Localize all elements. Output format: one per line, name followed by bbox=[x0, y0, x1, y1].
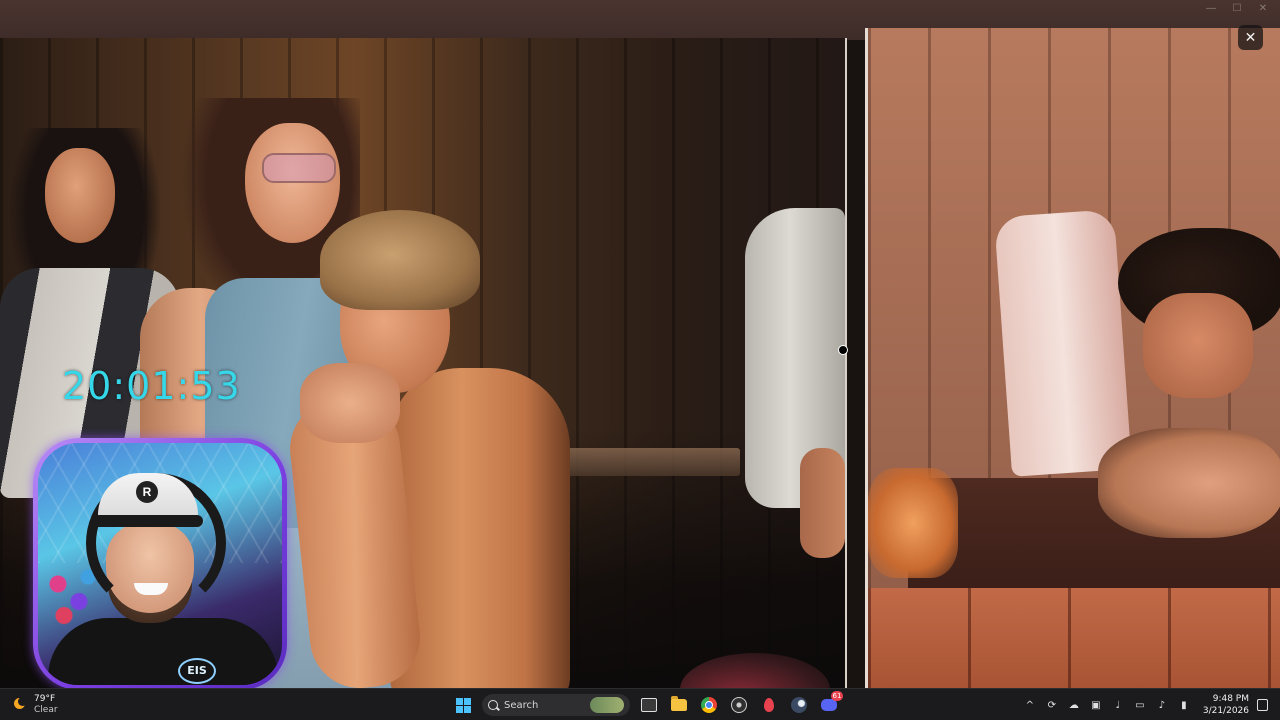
obs-icon bbox=[731, 697, 747, 713]
minimize-icon[interactable]: — bbox=[1206, 4, 1216, 14]
webcam-overlay: EIS R bbox=[33, 438, 287, 690]
man-hair bbox=[320, 210, 480, 310]
close-button[interactable]: ✕ bbox=[1238, 25, 1263, 50]
microphone-icon[interactable]: ♩ bbox=[1111, 698, 1125, 712]
weather-widget[interactable]: 79°F Clear bbox=[12, 692, 58, 718]
discord-button[interactable]: 61 bbox=[818, 691, 843, 716]
taskbar-clock[interactable]: 9:48 PM 3/21/2026 bbox=[1203, 693, 1249, 717]
photo-right[interactable] bbox=[865, 28, 1280, 688]
battery-icon[interactable]: ▮ bbox=[1177, 698, 1191, 712]
webcam-feed: EIS R bbox=[38, 443, 282, 685]
window-controls: — ☐ ✕ bbox=[1206, 4, 1268, 14]
taskbar-search[interactable]: Search bbox=[482, 694, 630, 716]
system-tray: ^ ⟳ ☁ ▣ ♩ ▭ ♪ ▮ 9:48 PM 3/21/2026 bbox=[1023, 692, 1268, 718]
stage-front bbox=[868, 588, 1280, 688]
start-icon bbox=[455, 697, 471, 713]
maps-button[interactable] bbox=[758, 694, 780, 716]
chevron-up-icon[interactable]: ^ bbox=[1023, 698, 1037, 712]
weather-temp: 79°F bbox=[34, 694, 56, 704]
network-icon[interactable]: ▭ bbox=[1133, 698, 1147, 712]
maximize-icon[interactable]: ☐ bbox=[1232, 4, 1242, 14]
man-hand bbox=[300, 363, 400, 443]
chrome-button[interactable] bbox=[698, 694, 720, 716]
streamer-shirt bbox=[48, 618, 278, 685]
cap-brim bbox=[93, 515, 203, 527]
search-icon bbox=[488, 700, 498, 710]
photo-counter bbox=[560, 448, 740, 476]
lamp-glow bbox=[868, 468, 958, 578]
start-button[interactable] bbox=[452, 694, 474, 716]
app-tray-icon[interactable]: ▣ bbox=[1089, 698, 1103, 712]
right-man-face bbox=[1143, 293, 1253, 398]
woman-center-face bbox=[245, 123, 340, 243]
steam-button[interactable] bbox=[788, 694, 810, 716]
stream-clock-overlay: 20:01:53 bbox=[62, 364, 241, 408]
obs-button[interactable] bbox=[728, 694, 750, 716]
search-highlight-icon bbox=[590, 697, 624, 713]
woman-left-face bbox=[45, 148, 115, 243]
taskbar-center: Search 61 bbox=[452, 691, 843, 718]
clock-time: 9:48 PM bbox=[1212, 694, 1249, 704]
cap-logo: R bbox=[136, 481, 158, 503]
volume-icon[interactable]: ♪ bbox=[1155, 698, 1169, 712]
weather-condition: Clear bbox=[34, 705, 58, 715]
hanging-shirt bbox=[994, 209, 1132, 477]
chrome-icon bbox=[701, 697, 717, 713]
window-close-icon[interactable]: ✕ bbox=[1258, 4, 1268, 14]
photo-gap bbox=[847, 40, 865, 688]
shirt-logo: EIS bbox=[178, 658, 216, 684]
moon-sun-icon bbox=[12, 697, 28, 713]
task-view-icon bbox=[641, 698, 657, 712]
discord-badge: 61 bbox=[831, 691, 843, 701]
taskbar: 79°F Clear Search 61 ^ ⟳ ☁ ▣ ♩ ▭ ♪ ▮ 9:4… bbox=[0, 688, 1280, 720]
mouse-cursor bbox=[838, 345, 848, 355]
right-woman bbox=[1098, 428, 1280, 538]
weather-text: 79°F Clear bbox=[34, 694, 58, 716]
search-label: Search bbox=[504, 699, 539, 711]
file-explorer-icon bbox=[671, 696, 687, 711]
task-view-button[interactable] bbox=[638, 694, 660, 716]
steam-icon bbox=[791, 697, 807, 713]
maps-pin-icon bbox=[764, 698, 774, 712]
man-right-hand bbox=[800, 448, 845, 558]
notifications-icon[interactable] bbox=[1257, 699, 1268, 711]
cloud-icon[interactable]: ☁ bbox=[1067, 698, 1081, 712]
clock-date: 3/21/2026 bbox=[1202, 706, 1249, 716]
woman-center-glasses bbox=[262, 153, 336, 183]
sync-icon[interactable]: ⟳ bbox=[1045, 698, 1059, 712]
desktop-screen: — ☐ ✕ ✕ 20:01:53 EIS R 79°F Clear Search… bbox=[0, 0, 1280, 720]
file-explorer-button[interactable] bbox=[668, 694, 690, 716]
